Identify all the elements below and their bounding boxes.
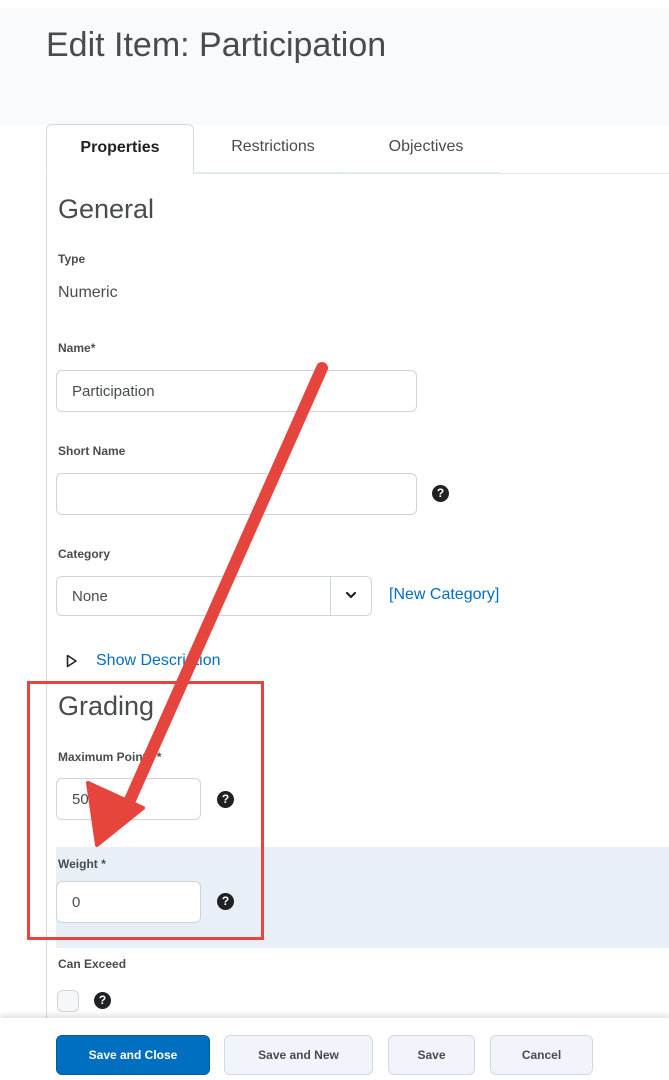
new-category-link[interactable]: [New Category] xyxy=(389,586,499,604)
tab-objectives[interactable]: Objectives xyxy=(352,124,500,174)
category-select[interactable]: None xyxy=(56,576,372,616)
category-selected-value: None xyxy=(72,588,108,605)
max-points-label: Maximum Points * xyxy=(58,750,161,764)
required-marker: * xyxy=(156,750,162,764)
top-strip xyxy=(0,0,669,8)
general-section-title: General xyxy=(58,194,155,224)
type-label: Type xyxy=(58,252,86,266)
save-and-new-button[interactable]: Save and New xyxy=(224,1035,373,1075)
grading-section-title: Grading xyxy=(58,691,155,721)
type-value: Numeric xyxy=(58,284,118,301)
weight-input[interactable] xyxy=(56,881,201,923)
short-name-input[interactable] xyxy=(56,473,417,515)
show-description-link[interactable]: Show Description xyxy=(96,652,221,670)
name-input[interactable] xyxy=(56,370,417,412)
page-header: Edit Item: Participation xyxy=(0,8,669,125)
tab-properties[interactable]: Properties xyxy=(46,124,194,174)
required-marker: * xyxy=(90,341,96,355)
chevron-down-icon xyxy=(345,591,357,599)
cancel-button[interactable]: Cancel xyxy=(490,1035,593,1075)
name-label: Name* xyxy=(58,341,95,355)
can-exceed-help-icon[interactable]: ? xyxy=(94,992,111,1009)
category-label: Category xyxy=(58,547,111,561)
max-points-help-icon[interactable]: ? xyxy=(217,791,234,808)
can-exceed-label: Can Exceed xyxy=(58,957,127,971)
triangle-right-icon[interactable] xyxy=(66,654,78,668)
save-and-close-button[interactable]: Save and Close xyxy=(56,1035,210,1075)
save-button[interactable]: Save xyxy=(388,1035,475,1075)
content-border xyxy=(46,173,47,1018)
weight-help-icon[interactable]: ? xyxy=(217,893,234,910)
weight-label: Weight * xyxy=(58,857,106,871)
short-name-label: Short Name xyxy=(58,444,126,458)
select-divider xyxy=(330,577,331,615)
short-name-help-icon[interactable]: ? xyxy=(432,485,449,502)
page-title: Edit Item: Participation xyxy=(46,26,387,64)
weight-label-text: Weight xyxy=(58,857,98,871)
max-points-label-text: Maximum Points xyxy=(58,750,154,764)
tab-restrictions[interactable]: Restrictions xyxy=(195,124,351,174)
max-points-input[interactable] xyxy=(56,778,201,820)
required-marker: * xyxy=(101,857,106,871)
can-exceed-checkbox[interactable] xyxy=(57,990,79,1012)
name-label-text: Name xyxy=(58,341,91,355)
